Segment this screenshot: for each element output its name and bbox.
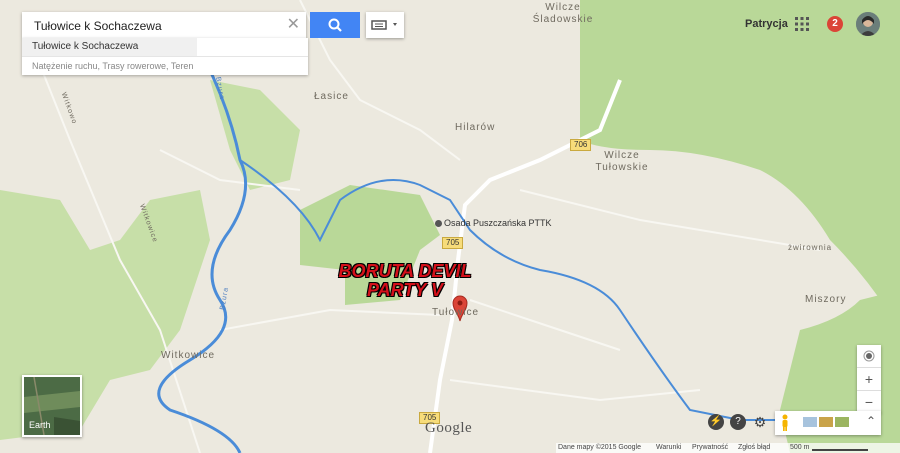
apps-grid-icon[interactable] [795,17,809,31]
scale-label: 500 m [790,444,810,451]
event-title: BORUTA DEVIL PARTY V [338,261,472,300]
zoom-controls: + − [857,345,881,413]
photo-thumbnail[interactable] [835,417,849,427]
copyright-text: Dane mapy ©2015 Google [558,444,641,451]
expand-icon[interactable]: ⌃ [866,414,876,428]
earth-label: Earth [29,420,51,430]
poi-name: Osada Puszczańska PTTK [444,218,552,228]
terms-link[interactable]: Warunki [656,443,681,453]
poi-icon [435,220,442,227]
avatar[interactable] [856,12,880,36]
help-icon[interactable]: ? [730,414,746,430]
place-label: żwirownia [788,243,833,252]
notifications-badge[interactable]: 2 [827,16,843,32]
photo-thumbnail[interactable] [819,417,833,427]
pegman-icon[interactable] [780,414,790,432]
place-label: Łasice [314,91,349,102]
my-location-button[interactable] [857,345,881,368]
search-icon [328,18,342,32]
search-box: ✕ [22,12,306,40]
map-footer: Dane mapy ©2015 Google Warunki Prywatnoś… [556,443,900,453]
keyboard-button[interactable] [366,12,404,38]
search-button[interactable] [310,12,360,38]
avatar-image [856,12,880,36]
search-suggestions: Tułowice k Sochaczewa Natężenie ruchu, T… [22,38,308,75]
layers-panel: ⌃ [775,411,881,435]
scale-bar [812,449,868,451]
privacy-link[interactable]: Prywatność [692,443,728,453]
place-label: Hilarów [455,122,496,133]
place-label: Tułowice [432,307,480,318]
earth-view-toggle[interactable]: Earth [22,375,82,437]
place-label: Wilcze Tułowskie [595,150,649,173]
locate-icon [863,350,875,362]
suggestion-item[interactable]: Tułowice k Sochaczewa [22,38,197,56]
gear-icon[interactable]: ⚙ [752,414,768,430]
road-number-label: 706 [570,139,592,151]
place-label: Miszory [805,294,847,305]
keyboard-icon [371,20,397,30]
zoom-in-button[interactable]: + [857,368,881,391]
layers-hint[interactable]: Natężenie ruchu, Trasy rowerowe, Teren [22,56,308,75]
chevron-down-icon [393,23,397,26]
zoom-out-button[interactable]: − [857,391,881,413]
google-logo: Google [425,420,473,436]
road-number-label: 705 [442,237,464,249]
traffic-icon[interactable]: ⚡ [708,414,724,430]
poi-label[interactable]: Osada Puszczańska PTTK [435,218,552,228]
search-input[interactable] [32,12,276,40]
place-label: Witkowice [161,350,216,361]
place-label: Wilcze Śladowskie [532,2,594,25]
user-name[interactable]: Patrycja [745,18,788,30]
photo-thumbnail[interactable] [803,417,817,427]
clear-search-icon[interactable]: ✕ [287,16,300,34]
report-link[interactable]: Zgłoś błąd [738,443,770,453]
